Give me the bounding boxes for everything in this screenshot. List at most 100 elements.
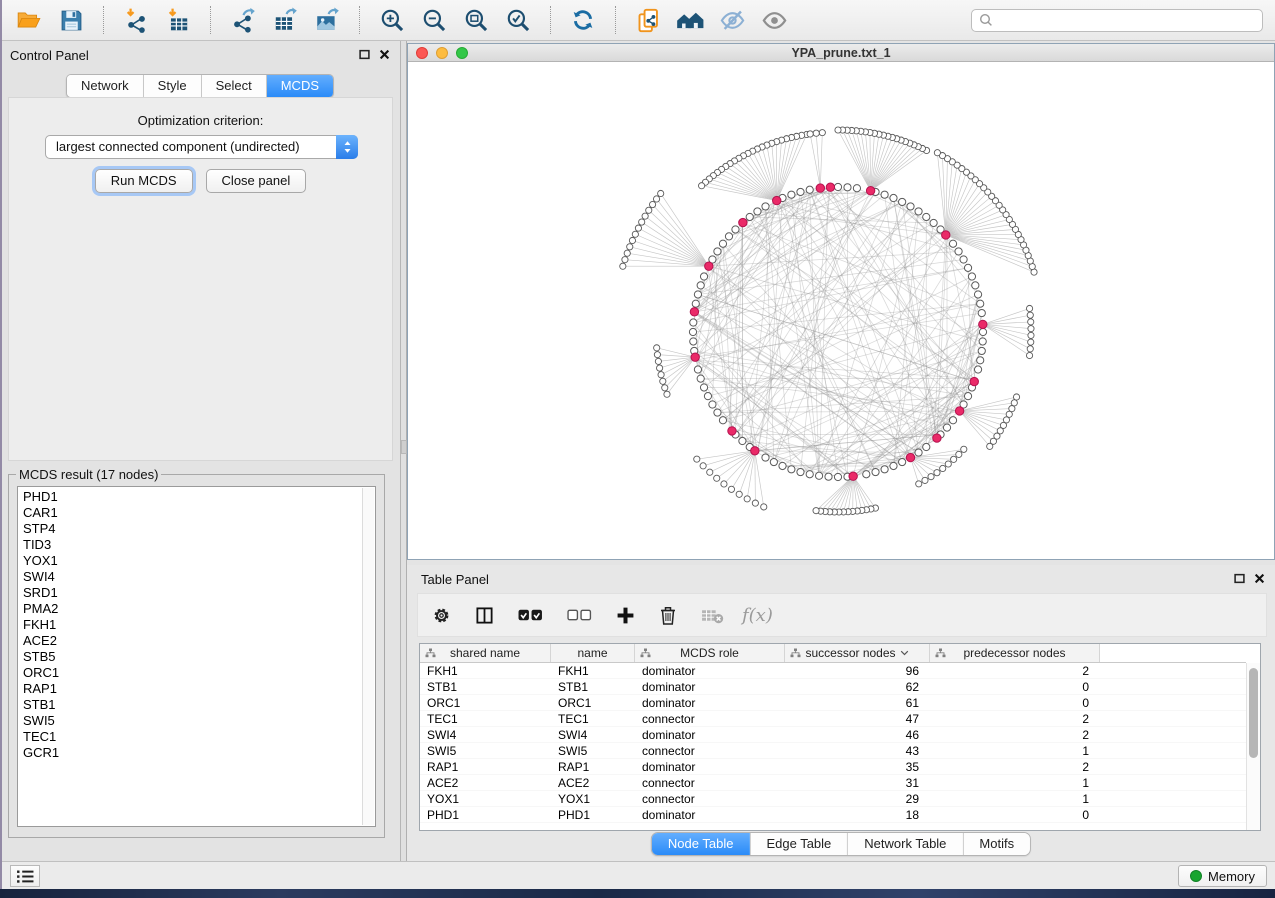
mcds-result-item[interactable]: ORC1 — [21, 665, 360, 681]
desktop-background — [0, 889, 1275, 898]
import-network-button[interactable] — [121, 5, 151, 35]
table-cell: 1 — [930, 775, 1100, 790]
zoom-out-button[interactable] — [419, 5, 449, 35]
column-header-MCDS-role[interactable]: MCDS role — [635, 644, 785, 662]
table-cell: 2 — [930, 711, 1100, 726]
criterion-select[interactable]: largest connected component (undirected) — [45, 135, 358, 159]
deselect-all-icon[interactable] — [567, 608, 592, 623]
table-row[interactable]: YOX1YOX1connector291 — [420, 791, 1246, 807]
delete-column-trash-icon[interactable] — [659, 605, 677, 625]
export-network-icon — [230, 7, 256, 33]
column-header-predecessor-nodes[interactable]: predecessor nodes — [930, 644, 1100, 662]
delete-table-icon[interactable] — [701, 607, 724, 624]
mcds-result-item[interactable]: PHD1 — [21, 489, 360, 505]
function-builder-button[interactable]: f(x) — [742, 605, 773, 626]
tab-mcds[interactable]: MCDS — [267, 75, 333, 97]
table-row[interactable]: FKH1FKH1dominator962 — [420, 663, 1246, 679]
clone-network-button[interactable] — [633, 5, 663, 35]
hide-selected-button[interactable] — [717, 5, 747, 35]
select-all-icon[interactable] — [518, 608, 543, 623]
open-file-button[interactable] — [14, 5, 44, 35]
float-panel-icon[interactable] — [1234, 573, 1245, 584]
task-history-button[interactable] — [10, 865, 40, 887]
table-scrollbar-thumb[interactable] — [1249, 668, 1258, 758]
table-panel-header: Table Panel — [407, 565, 1275, 591]
table-settings-gear-icon[interactable] — [432, 606, 451, 625]
column-header-shared-name[interactable]: shared name — [420, 644, 551, 662]
mcds-result-item[interactable]: STB1 — [21, 697, 360, 713]
export-image-button[interactable] — [312, 5, 342, 35]
mcds-result-item[interactable]: CAR1 — [21, 505, 360, 521]
column-header-successor-nodes[interactable]: successor nodes — [785, 644, 930, 662]
mcds-result-item[interactable]: FKH1 — [21, 617, 360, 633]
mcds-result-item[interactable]: STB5 — [21, 649, 360, 665]
run-mcds-button[interactable]: Run MCDS — [95, 169, 193, 193]
table-row[interactable]: RAP1RAP1dominator352 — [420, 759, 1246, 775]
memory-button[interactable]: Memory — [1178, 865, 1267, 887]
mcds-result-item[interactable]: ACE2 — [21, 633, 360, 649]
mcds-result-item[interactable]: SWI4 — [21, 569, 360, 585]
mcds-result-item[interactable]: PMA2 — [21, 601, 360, 617]
mcds-result-item[interactable]: SWI5 — [21, 713, 360, 729]
table-cell: ORC1 — [551, 695, 635, 710]
tab-edge-table[interactable]: Edge Table — [750, 833, 848, 855]
search-input[interactable] — [998, 11, 1262, 30]
mcds-result-item[interactable]: YOX1 — [21, 553, 360, 569]
table-row[interactable]: STB1STB1dominator620 — [420, 679, 1246, 695]
table-row[interactable]: TEC1TEC1connector472 — [420, 711, 1246, 727]
mcds-result-item[interactable]: TID3 — [21, 537, 360, 553]
mcds-result-item[interactable]: RAP1 — [21, 681, 360, 697]
show-all-button[interactable] — [759, 5, 789, 35]
search-field[interactable] — [971, 9, 1263, 32]
column-header-name[interactable]: name — [551, 644, 635, 662]
save-session-button[interactable] — [56, 5, 86, 35]
table-row[interactable]: SWI5SWI5connector431 — [420, 743, 1246, 759]
export-network-button[interactable] — [228, 5, 258, 35]
toolbar-separator — [103, 6, 104, 34]
show-columns-icon[interactable] — [475, 606, 494, 625]
table-row[interactable]: ORC1ORC1dominator610 — [420, 695, 1246, 711]
tab-select[interactable]: Select — [202, 75, 267, 97]
close-panel-button[interactable]: Close panel — [206, 169, 307, 193]
network-graph[interactable] — [408, 62, 1274, 559]
mcds-result-item[interactable]: GCR1 — [21, 745, 360, 761]
mcds-result-item[interactable]: TEC1 — [21, 729, 360, 745]
toolbar-separator — [359, 6, 360, 34]
tab-network[interactable]: Network — [67, 75, 144, 97]
table-cell: connector — [635, 791, 785, 806]
network-window-titlebar[interactable]: YPA_prune.txt_1 — [408, 44, 1274, 62]
tab-node-table[interactable]: Node Table — [652, 833, 751, 855]
table-cell: dominator — [635, 695, 785, 710]
node-table: shared namenameMCDS rolesuccessor nodesp… — [419, 643, 1261, 831]
tab-style[interactable]: Style — [144, 75, 202, 97]
zoom-fit-button[interactable] — [461, 5, 491, 35]
table-cell: ORC1 — [420, 695, 551, 710]
table-row[interactable]: ACE2ACE2connector311 — [420, 775, 1246, 791]
export-table-icon — [272, 7, 298, 33]
close-panel-icon[interactable] — [1254, 573, 1265, 584]
close-panel-icon[interactable] — [379, 49, 390, 60]
float-panel-icon[interactable] — [359, 49, 370, 60]
network-canvas[interactable] — [408, 62, 1274, 559]
export-table-button[interactable] — [270, 5, 300, 35]
table-row[interactable]: SWI4SWI4dominator462 — [420, 727, 1246, 743]
first-neighbors-button[interactable] — [675, 5, 705, 35]
table-row[interactable]: PHD1PHD1dominator180 — [420, 807, 1246, 823]
zoom-in-button[interactable] — [377, 5, 407, 35]
mcds-result-item[interactable]: SRD1 — [21, 585, 360, 601]
mcds-result-item[interactable]: STP4 — [21, 521, 360, 537]
control-panel-tab-bar: NetworkStyleSelectMCDS — [66, 74, 334, 98]
table-scrollbar[interactable] — [1246, 663, 1260, 830]
table-cell: TEC1 — [551, 711, 635, 726]
tab-motifs[interactable]: Motifs — [963, 833, 1030, 855]
table-cell: FKH1 — [420, 663, 551, 678]
import-table-button[interactable] — [163, 5, 193, 35]
add-column-icon[interactable] — [616, 606, 635, 625]
zoom-in-icon — [379, 7, 405, 33]
toolbar-separator — [210, 6, 211, 34]
export-image-icon — [314, 7, 340, 33]
zoom-selected-button[interactable] — [503, 5, 533, 35]
mcds-list-scrollbar[interactable] — [362, 488, 374, 825]
refresh-view-button[interactable] — [568, 5, 598, 35]
tab-network-table[interactable]: Network Table — [848, 833, 963, 855]
